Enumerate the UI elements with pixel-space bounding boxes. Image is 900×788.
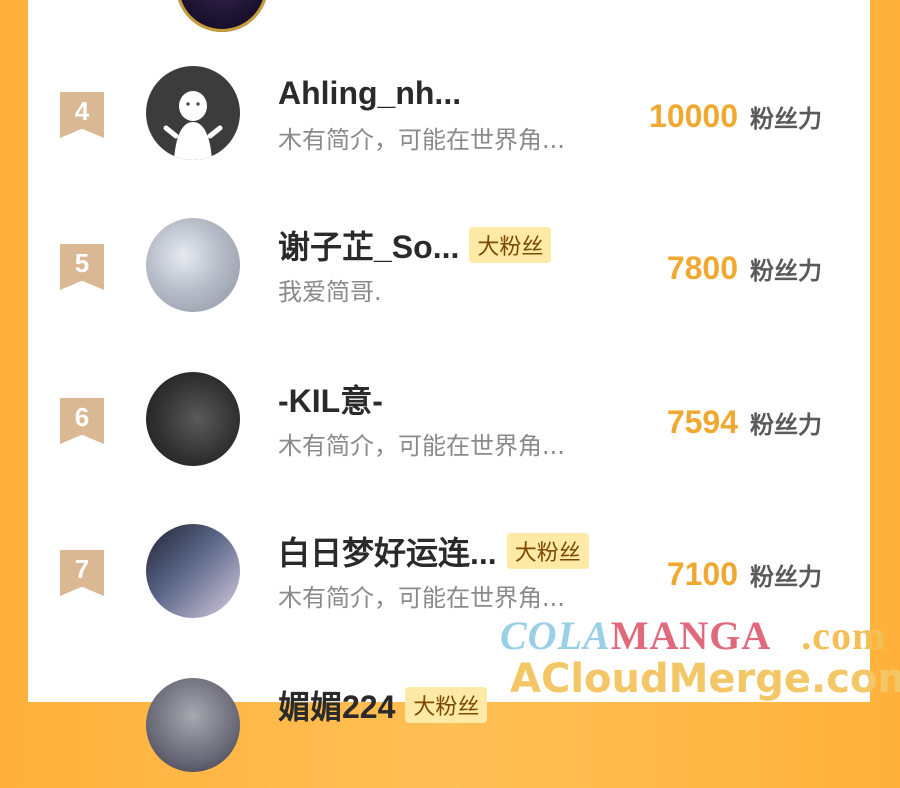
- score-value: 10000: [649, 98, 738, 134]
- user-name[interactable]: -KIL意-: [278, 376, 383, 422]
- fan-level-badge: 大粉丝: [405, 687, 488, 723]
- user-name[interactable]: 白日梦好运连...: [278, 528, 497, 574]
- rank-badge: 4: [60, 92, 104, 138]
- score-unit: 粉丝力: [750, 105, 822, 133]
- user-info: 谢子芷_So... 大粉丝 我爱简哥.: [278, 224, 618, 307]
- fan-power-score: 10000 粉丝力: [649, 98, 822, 135]
- user-name[interactable]: Ahling_nh...: [278, 75, 461, 112]
- score-value: 7800: [666, 250, 738, 286]
- user-bio: 我爱简哥.: [278, 278, 382, 306]
- user-bio: 木有简介，可能在世界角...: [278, 126, 565, 154]
- user-info: -KIL意- 木有简介，可能在世界角...: [278, 378, 618, 461]
- rank-number: 5: [74, 248, 90, 278]
- rank-number: 4: [74, 96, 90, 126]
- avatar[interactable]: [146, 372, 240, 466]
- user-bio: 木有简介，可能在世界角...: [278, 584, 565, 612]
- fan-power-score: 7594 粉丝力: [667, 404, 822, 441]
- score-value: 7594: [666, 404, 738, 440]
- rank-badge: 6: [60, 398, 104, 444]
- fan-level-badge: 大粉丝: [469, 227, 552, 263]
- list-item[interactable]: 6 -KIL意- 木有简介，可能在世界角... 7594 粉丝力: [28, 372, 870, 482]
- ranking-panel: 4 Ahling_nh... 木有简介，可能在世界角... 10000 粉丝力 …: [28, 0, 870, 772]
- rank-badge: 7: [60, 550, 104, 596]
- user-info: Ahling_nh... 木有简介，可能在世界角...: [278, 72, 618, 155]
- avatar[interactable]: [146, 678, 240, 772]
- avatar[interactable]: [146, 218, 240, 312]
- avatar[interactable]: [146, 66, 240, 160]
- list-item[interactable]: 媚媚224 大粉丝: [28, 678, 870, 788]
- default-user-icon: [163, 91, 223, 160]
- user-bio: 木有简介，可能在世界角...: [278, 432, 565, 460]
- score-unit: 粉丝力: [750, 257, 822, 285]
- rank-number: 6: [74, 402, 90, 432]
- user-name[interactable]: 谢子芷_So...: [278, 222, 459, 268]
- fan-power-score: 7100 粉丝力: [667, 556, 822, 593]
- list-item[interactable]: 5 谢子芷_So... 大粉丝 我爱简哥. 7800 粉丝力: [28, 218, 870, 328]
- rank-badge: 5: [60, 244, 104, 290]
- list-item[interactable]: 7 白日梦好运连... 大粉丝 木有简介，可能在世界角... 7100 粉丝力: [28, 524, 870, 634]
- score-unit: 粉丝力: [750, 411, 822, 439]
- fan-power-score: 7800 粉丝力: [667, 250, 822, 287]
- avatar[interactable]: [176, 0, 268, 32]
- user-name[interactable]: 媚媚224: [278, 682, 395, 728]
- score-value: 7100: [666, 556, 738, 592]
- user-info: 媚媚224 大粉丝: [278, 684, 618, 726]
- list-item[interactable]: 4 Ahling_nh... 木有简介，可能在世界角... 10000 粉丝力: [28, 66, 870, 176]
- avatar[interactable]: [146, 524, 240, 618]
- fan-level-badge: 大粉丝: [506, 533, 589, 569]
- user-info: 白日梦好运连... 大粉丝 木有简介，可能在世界角...: [278, 530, 618, 613]
- score-unit: 粉丝力: [750, 563, 822, 591]
- rank-number: 7: [74, 554, 90, 584]
